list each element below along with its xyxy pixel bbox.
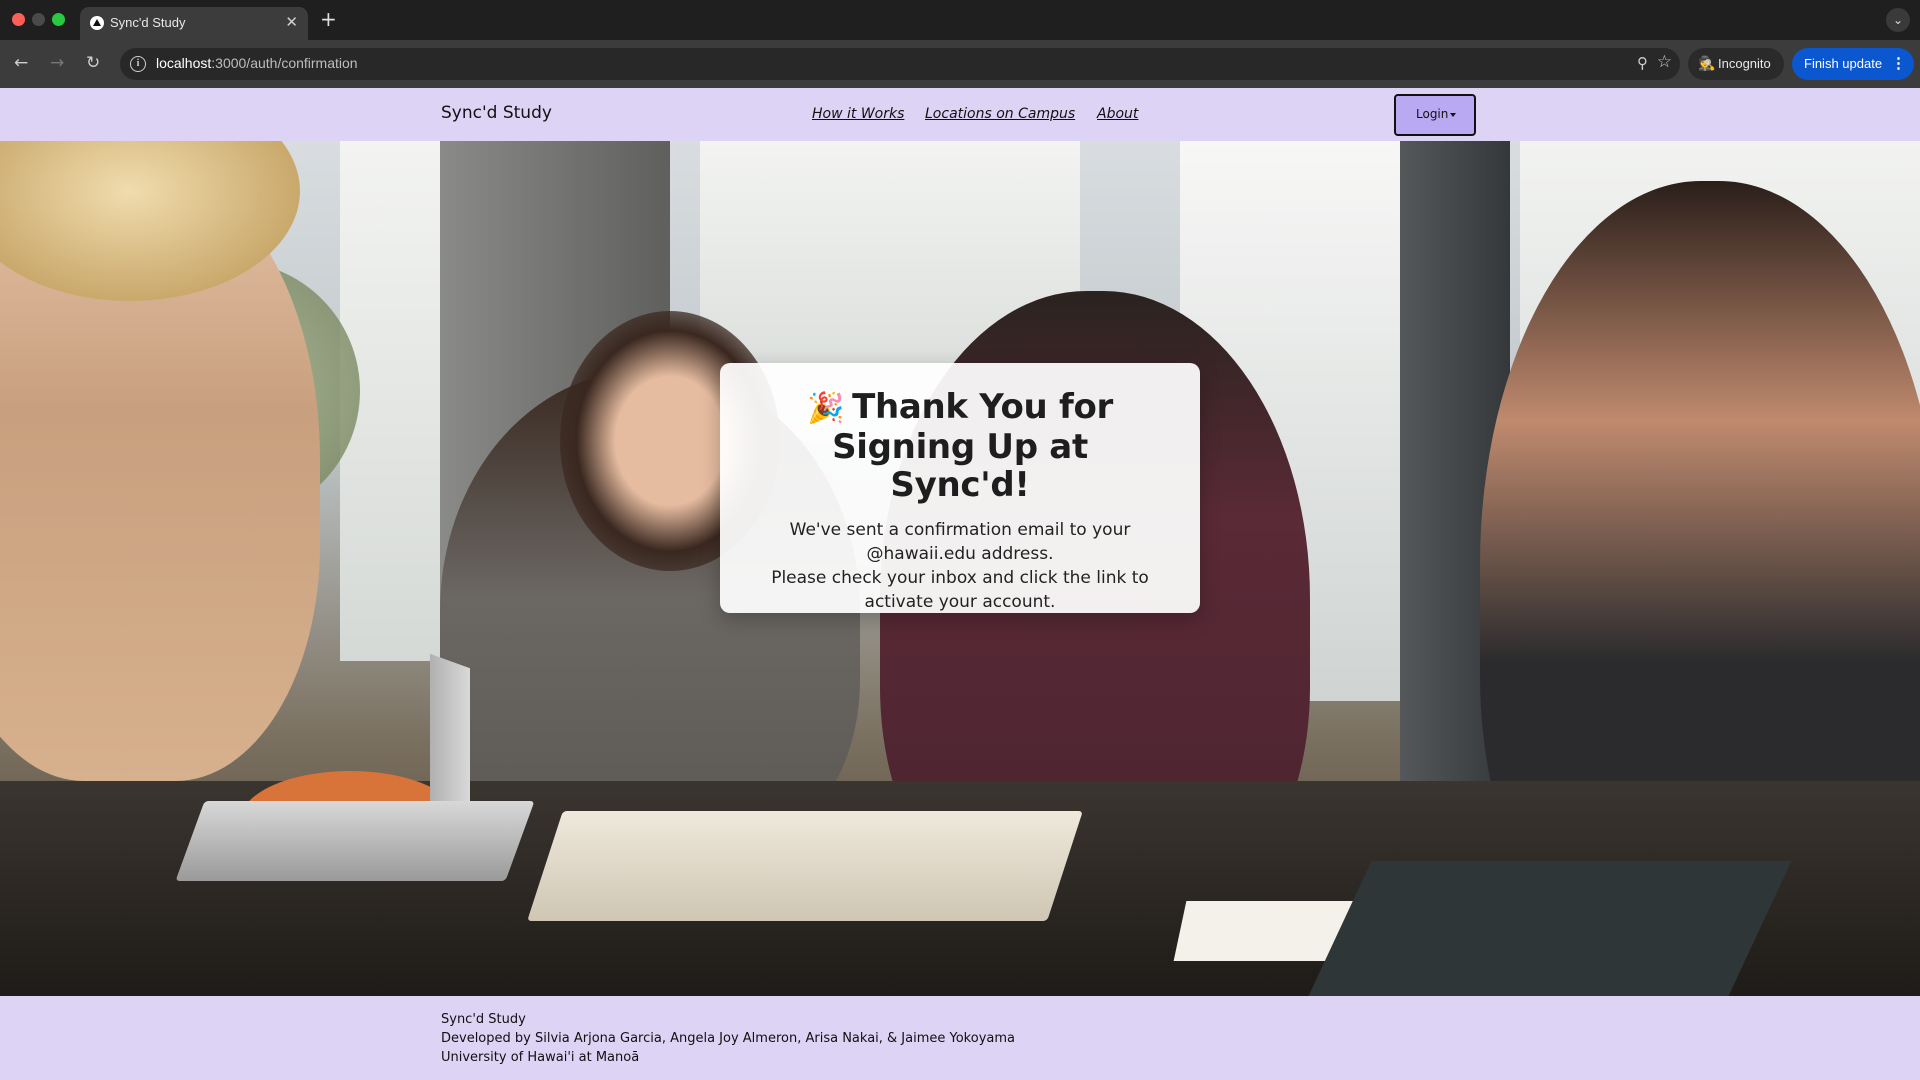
close-window-button[interactable] xyxy=(12,13,25,26)
browser-tab[interactable]: Sync'd Study ✕ xyxy=(80,7,308,40)
party-popper-icon: 🎉 xyxy=(807,391,845,426)
forward-arrow-icon[interactable]: → xyxy=(50,53,64,73)
hero-laptop xyxy=(175,801,535,881)
confirmation-message: We've sent a confirmation email to your … xyxy=(738,518,1182,614)
caret-down-icon xyxy=(1450,113,1456,117)
confirmation-card: 🎉 Thank You for Signing Up at Sync'd! We'… xyxy=(720,363,1200,613)
footer-university: University of Hawai'i at Manoā xyxy=(441,1050,640,1065)
favicon-icon xyxy=(90,16,104,30)
site-footer: Sync'd Study Developed by Silvia Arjona … xyxy=(0,996,1920,1080)
brand-link[interactable]: Sync'd Study xyxy=(441,103,552,123)
url-text[interactable]: localhost:3000/auth/confirmation xyxy=(156,55,358,71)
hero-folder xyxy=(1308,861,1792,996)
tab-search-button[interactable]: ⌄ xyxy=(1886,8,1910,32)
browser-toolbar: ← → ↻ i localhost:3000/auth/confirmation… xyxy=(0,40,1920,88)
address-bar[interactable]: i localhost:3000/auth/confirmation ⚲ ☆ xyxy=(120,48,1680,80)
page: Sync'd Study How it Works Locations on C… xyxy=(0,88,1920,1080)
confirmation-title: 🎉 Thank You for Signing Up at Sync'd! xyxy=(760,388,1160,504)
footer-developers: Developed by Silvia Arjona Garcia, Angel… xyxy=(441,1031,1015,1046)
more-vert-icon[interactable]: ⋮ xyxy=(1891,54,1906,72)
zoom-icon[interactable]: ⚲ xyxy=(1637,54,1648,72)
nav-link-locations-on-campus[interactable]: Locations on Campus xyxy=(925,106,1075,122)
browser-tabstrip: Sync'd Study ✕ + ⌄ xyxy=(0,0,1920,40)
tab-title: Sync'd Study xyxy=(110,15,186,30)
incognito-indicator[interactable]: 🕵 Incognito xyxy=(1688,48,1784,80)
incognito-icon: 🕵 xyxy=(1698,55,1716,71)
hero-background-photo: 🎉 Thank You for Signing Up at Sync'd! We'… xyxy=(0,141,1920,996)
nav-link-how-it-works[interactable]: How it Works xyxy=(812,106,904,122)
login-label: Login xyxy=(1416,107,1449,121)
back-arrow-icon[interactable]: ← xyxy=(14,53,28,73)
maximize-window-button[interactable] xyxy=(52,13,65,26)
finish-update-label: Finish update xyxy=(1804,56,1883,71)
confirmation-message-line-1: We've sent a confirmation email to your … xyxy=(789,520,1131,564)
confirmation-title-text: Thank You for Signing Up at Sync'd! xyxy=(832,387,1113,505)
nav-link-about[interactable]: About xyxy=(1097,106,1138,122)
footer-brand: Sync'd Study xyxy=(441,1012,526,1027)
star-icon[interactable]: ☆ xyxy=(1657,52,1672,72)
site-info-icon[interactable]: i xyxy=(130,56,146,72)
reload-icon[interactable]: ↻ xyxy=(86,53,100,73)
login-dropdown-button[interactable]: Login xyxy=(1394,94,1476,136)
finish-update-button[interactable]: Finish update ⋮ xyxy=(1792,48,1914,80)
incognito-label: Incognito xyxy=(1718,56,1771,71)
minimize-window-button[interactable] xyxy=(32,13,45,26)
tab-close-icon[interactable]: ✕ xyxy=(285,13,298,31)
new-tab-button[interactable]: + xyxy=(320,7,337,31)
confirmation-message-line-2: Please check your inbox and click the li… xyxy=(771,568,1149,612)
site-navbar: Sync'd Study How it Works Locations on C… xyxy=(0,88,1920,141)
hero-open-book xyxy=(527,811,1083,921)
